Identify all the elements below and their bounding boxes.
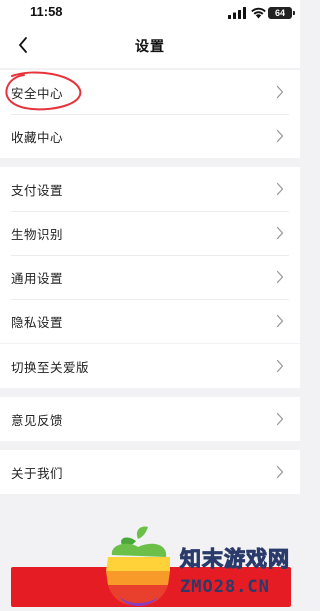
settings-item-care-mode[interactable]: 切换至关爱版 [0,344,300,388]
nav-bar: 设置 [0,26,300,68]
settings-item-biometrics[interactable]: 生物识别 [0,211,300,255]
settings-item-label: 隐私设置 [11,314,64,330]
settings-item-label: 安全中心 [11,85,64,101]
settings-group-feedback: 意见反馈 [0,397,300,441]
settings-item-privacy[interactable]: 隐私设置 [0,299,300,343]
settings-item-label: 生物识别 [11,226,64,242]
settings-item-about[interactable]: 关于我们 [0,450,300,494]
settings-item-general[interactable]: 通用设置 [0,255,300,299]
signal-icon [228,7,246,19]
settings-group-account: 安全中心 收藏中心 [0,70,300,158]
chevron-right-icon [276,314,284,328]
settings-item-feedback[interactable]: 意见反馈 [0,397,300,441]
battery-icon: 64 [268,7,295,19]
settings-item-label: 意见反馈 [11,412,64,428]
settings-group-about: 关于我们 [0,450,300,494]
settings-item-payment[interactable]: 支付设置 [0,167,300,211]
chevron-right-icon [276,270,284,284]
chevron-right-icon [276,465,284,479]
status-time: 11:58 [30,4,63,19]
settings-item-security-center[interactable]: 安全中心 [0,70,300,114]
login-button[interactable]: 登录 [11,567,291,607]
settings-group-general: 支付设置 生物识别 通用设置 隐私设置 [0,167,300,343]
chevron-right-icon [276,182,284,196]
settings-item-label: 收藏中心 [11,129,64,145]
wifi-icon [251,7,266,19]
chevron-right-icon [276,359,284,373]
chevron-right-icon [276,85,284,99]
settings-item-favorites[interactable]: 收藏中心 [0,114,300,158]
settings-group-care-mode: 切换至关爱版 [0,344,300,388]
status-bar: 11:58 64 [0,0,300,26]
chevron-right-icon [276,129,284,143]
page-title: 设置 [135,39,165,55]
settings-item-label: 支付设置 [11,182,64,198]
chevron-right-icon [276,412,284,426]
settings-item-label: 通用设置 [11,270,64,286]
chevron-right-icon [276,226,284,240]
settings-item-label: 关于我们 [11,465,64,481]
settings-item-label: 切换至关爱版 [11,359,90,375]
